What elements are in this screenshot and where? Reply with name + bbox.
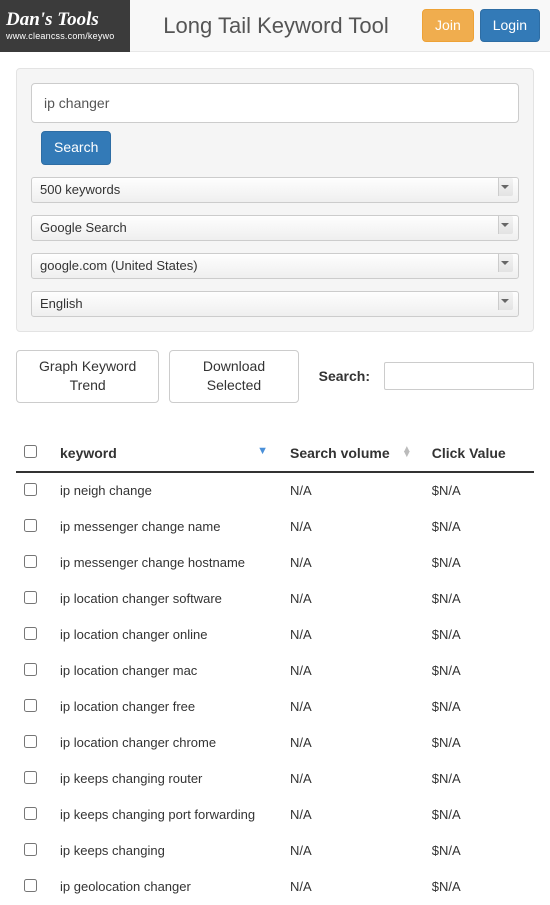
nav-right: Join Login xyxy=(422,9,540,43)
cell-click-value: $N/A xyxy=(424,509,534,545)
row-checkbox[interactable] xyxy=(24,555,37,568)
navbar: Dan's Tools www.cleancss.com/keywo Long … xyxy=(0,0,550,52)
cell-click-value: $N/A xyxy=(424,472,534,509)
table-row: ip keeps changing port forwardingN/A$N/A xyxy=(16,797,534,833)
brand-url: www.cleancss.com/keywo xyxy=(6,31,124,41)
header-click-label: Click Value xyxy=(432,445,506,461)
cell-keyword: ip neigh change xyxy=(52,472,282,509)
cell-keyword: ip geolocation changer xyxy=(52,869,282,905)
row-checkbox[interactable] xyxy=(24,483,37,496)
row-checkbox[interactable] xyxy=(24,519,37,532)
cell-keyword: ip location changer online xyxy=(52,617,282,653)
cell-click-value: $N/A xyxy=(424,797,534,833)
row-checkbox[interactable] xyxy=(24,807,37,820)
cell-volume: N/A xyxy=(282,833,424,869)
row-checkbox[interactable] xyxy=(24,843,37,856)
header-keyword[interactable]: keyword ▼ xyxy=(52,435,282,472)
table-row: ip keeps changingN/A$N/A xyxy=(16,833,534,869)
cell-click-value: $N/A xyxy=(424,581,534,617)
cell-click-value: $N/A xyxy=(424,833,534,869)
cell-keyword: ip messenger change hostname xyxy=(52,545,282,581)
page-title: Long Tail Keyword Tool xyxy=(130,13,422,39)
cell-click-value: $N/A xyxy=(424,617,534,653)
language-select[interactable]: English xyxy=(31,291,519,317)
row-checkbox[interactable] xyxy=(24,735,37,748)
cell-volume: N/A xyxy=(282,869,424,905)
keyword-input[interactable] xyxy=(31,83,519,123)
table-row: ip location changer freeN/A$N/A xyxy=(16,689,534,725)
cell-volume: N/A xyxy=(282,797,424,833)
header-click[interactable]: Click Value xyxy=(424,435,534,472)
cell-volume: N/A xyxy=(282,725,424,761)
search-button[interactable]: Search xyxy=(41,131,111,165)
table-row: ip messenger change nameN/A$N/A xyxy=(16,509,534,545)
table-row: ip neigh changeN/A$N/A xyxy=(16,472,534,509)
cell-volume: N/A xyxy=(282,689,424,725)
sort-desc-icon: ▼ xyxy=(257,445,268,457)
cell-keyword: ip keeps changing port forwarding xyxy=(52,797,282,833)
graph-trend-button[interactable]: Graph Keyword Trend xyxy=(16,350,159,403)
join-button[interactable]: Join xyxy=(422,9,474,43)
search-panel: Search 500 keywords Google Search google… xyxy=(16,68,534,332)
header-select-all[interactable] xyxy=(16,435,52,472)
cell-volume: N/A xyxy=(282,761,424,797)
sort-icon: ▲▼ xyxy=(402,447,412,457)
cell-click-value: $N/A xyxy=(424,545,534,581)
cell-keyword: ip keeps changing xyxy=(52,833,282,869)
results-table: keyword ▼ Search volume ▲▼ Click Value ip … xyxy=(16,435,534,905)
table-row: ip location changer onlineN/A$N/A xyxy=(16,617,534,653)
table-row: ip location changer macN/A$N/A xyxy=(16,653,534,689)
row-checkbox[interactable] xyxy=(24,699,37,712)
filter-input[interactable] xyxy=(384,362,534,390)
cell-click-value: $N/A xyxy=(424,653,534,689)
row-checkbox[interactable] xyxy=(24,879,37,892)
row-checkbox[interactable] xyxy=(24,663,37,676)
cell-keyword: ip location changer mac xyxy=(52,653,282,689)
login-button[interactable]: Login xyxy=(480,9,540,43)
table-row: ip messenger change hostnameN/A$N/A xyxy=(16,545,534,581)
cell-click-value: $N/A xyxy=(424,761,534,797)
row-checkbox[interactable] xyxy=(24,591,37,604)
brand-title: Dan's Tools xyxy=(6,10,124,29)
row-checkbox[interactable] xyxy=(24,771,37,784)
cell-volume: N/A xyxy=(282,653,424,689)
cell-keyword: ip messenger change name xyxy=(52,509,282,545)
toolbar: Graph Keyword Trend Download Selected Se… xyxy=(16,350,534,403)
cell-keyword: ip location changer software xyxy=(52,581,282,617)
header-volume-label: Search volume xyxy=(290,445,390,461)
cell-volume: N/A xyxy=(282,509,424,545)
header-keyword-label: keyword xyxy=(60,445,117,461)
table-row: ip location changer softwareN/A$N/A xyxy=(16,581,534,617)
cell-keyword: ip location changer chrome xyxy=(52,725,282,761)
cell-click-value: $N/A xyxy=(424,689,534,725)
table-row: ip location changer chromeN/A$N/A xyxy=(16,725,534,761)
cell-volume: N/A xyxy=(282,472,424,509)
download-selected-button[interactable]: Download Selected xyxy=(169,350,298,403)
cell-volume: N/A xyxy=(282,545,424,581)
source-select[interactable]: Google Search xyxy=(31,215,519,241)
table-row: ip geolocation changerN/A$N/A xyxy=(16,869,534,905)
select-all-checkbox[interactable] xyxy=(24,445,37,458)
cell-volume: N/A xyxy=(282,581,424,617)
header-volume[interactable]: Search volume ▲▼ xyxy=(282,435,424,472)
cell-keyword: ip location changer free xyxy=(52,689,282,725)
row-checkbox[interactable] xyxy=(24,627,37,640)
brand-logo[interactable]: Dan's Tools www.cleancss.com/keywo xyxy=(0,0,130,52)
cell-click-value: $N/A xyxy=(424,725,534,761)
filter-label: Search: xyxy=(319,368,370,384)
limit-select[interactable]: 500 keywords xyxy=(31,177,519,203)
table-row: ip keeps changing routerN/A$N/A xyxy=(16,761,534,797)
cell-click-value: $N/A xyxy=(424,869,534,905)
cell-volume: N/A xyxy=(282,617,424,653)
region-select[interactable]: google.com (United States) xyxy=(31,253,519,279)
cell-keyword: ip keeps changing router xyxy=(52,761,282,797)
